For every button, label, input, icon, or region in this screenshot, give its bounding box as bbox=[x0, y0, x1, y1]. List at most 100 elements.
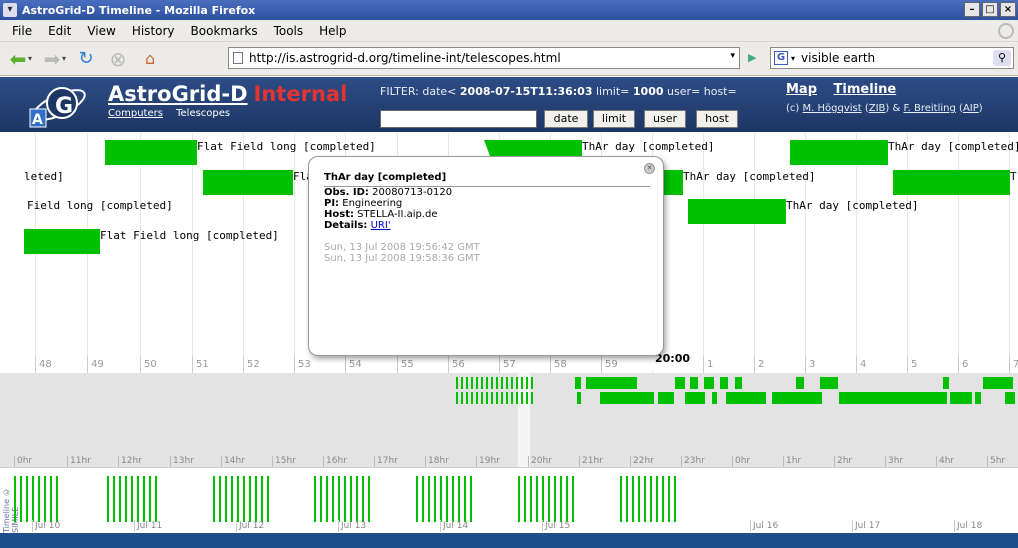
event-bar[interactable] bbox=[790, 140, 888, 165]
reload-icon[interactable]: ↻ bbox=[72, 46, 100, 72]
event-label[interactable]: ThAr day [completed] bbox=[582, 140, 714, 153]
search-input[interactable]: visible earth bbox=[801, 51, 875, 65]
event-bar[interactable] bbox=[688, 199, 786, 224]
event-cluster[interactable] bbox=[577, 392, 581, 404]
event-end-time: Sun, 13 Jul 2008 19:58:36 GMT bbox=[324, 253, 480, 264]
event-cluster[interactable] bbox=[1005, 392, 1015, 404]
telescopes-link[interactable]: Telescopes bbox=[176, 108, 230, 119]
credit-author2-link[interactable]: F. Breitling bbox=[903, 103, 955, 114]
user-button[interactable]: user bbox=[644, 110, 686, 128]
event-cluster[interactable] bbox=[600, 392, 654, 404]
google-engine-icon[interactable]: G bbox=[774, 51, 788, 65]
event-cluster[interactable] bbox=[975, 392, 981, 404]
close-button[interactable]: × bbox=[1000, 2, 1016, 17]
menu-help[interactable]: Help bbox=[319, 24, 346, 38]
event-cluster[interactable] bbox=[983, 377, 1013, 389]
event-cluster[interactable] bbox=[456, 377, 536, 389]
timeline-hour-band[interactable]: 0hr 11hr 12hr 13hr 14hr 15hr 16hr 17hr 1… bbox=[0, 373, 1018, 467]
event-cluster[interactable] bbox=[586, 377, 637, 389]
credit-org2-link[interactable]: AIP bbox=[963, 103, 979, 114]
stop-icon[interactable]: ⊗ bbox=[104, 46, 132, 72]
event-label[interactable]: ThAr day [completed] bbox=[683, 170, 815, 183]
event-cluster[interactable] bbox=[704, 377, 714, 389]
search-bar[interactable]: G ▾ visible earth ⚲ bbox=[770, 47, 1014, 69]
event-cluster[interactable] bbox=[456, 392, 536, 404]
url-dropdown-icon[interactable]: ▾ bbox=[730, 51, 735, 61]
map-link[interactable]: Map bbox=[786, 82, 817, 97]
menu-history[interactable]: History bbox=[132, 24, 175, 38]
day-events[interactable] bbox=[213, 476, 269, 522]
event-cluster[interactable] bbox=[772, 392, 822, 404]
event-bar[interactable] bbox=[203, 170, 293, 195]
host-button[interactable]: host bbox=[696, 110, 738, 128]
credit-author1-link[interactable]: M. Högqvist bbox=[803, 103, 862, 114]
event-label[interactable]: Flat Field long [completed] bbox=[197, 140, 376, 153]
event-cluster[interactable] bbox=[839, 392, 947, 404]
event-cluster[interactable] bbox=[726, 392, 766, 404]
navigation-toolbar: ⬅ ▾ ➡ ▾ ↻ ⊗ ⌂ http://is.astrogrid-d.org/… bbox=[0, 42, 1018, 76]
menu-tools[interactable]: Tools bbox=[274, 24, 304, 38]
limit-button[interactable]: limit bbox=[593, 110, 635, 128]
event-cluster[interactable] bbox=[658, 392, 674, 404]
url-bar[interactable]: http://is.astrogrid-d.org/timeline-int/t… bbox=[228, 47, 740, 69]
menu-bookmarks[interactable]: Bookmarks bbox=[191, 24, 258, 38]
hour-tick: 23hr bbox=[681, 456, 705, 467]
search-icon[interactable]: ⚲ bbox=[993, 50, 1011, 66]
go-arrow-icon[interactable]: ▶ bbox=[748, 51, 756, 64]
home-icon[interactable]: ⌂ bbox=[136, 46, 164, 72]
event-cluster[interactable] bbox=[820, 377, 838, 389]
event-cluster[interactable] bbox=[575, 377, 581, 389]
timeline-link[interactable]: Timeline bbox=[834, 82, 897, 97]
day-events[interactable] bbox=[416, 476, 472, 522]
day-events[interactable] bbox=[107, 476, 157, 522]
grid-line bbox=[703, 133, 704, 373]
event-cluster[interactable] bbox=[796, 377, 804, 389]
forward-history-dropdown[interactable]: ▾ bbox=[62, 54, 66, 63]
hour-tick: 18hr bbox=[425, 456, 449, 467]
event-label[interactable]: T bbox=[1010, 170, 1017, 183]
event-bar[interactable] bbox=[24, 229, 100, 254]
event-cluster[interactable] bbox=[735, 377, 742, 389]
date-button[interactable]: date bbox=[544, 110, 588, 128]
event-bar[interactable] bbox=[105, 140, 197, 165]
brand-name[interactable]: AstroGrid-D bbox=[108, 82, 248, 106]
event-cluster[interactable] bbox=[685, 392, 705, 404]
event-cluster[interactable] bbox=[950, 392, 972, 404]
day-events[interactable] bbox=[14, 476, 62, 522]
day-events[interactable] bbox=[314, 476, 370, 522]
details-uri-link[interactable]: URI' bbox=[371, 220, 391, 231]
site-brand[interactable]: AstroGrid-D Internal bbox=[108, 82, 347, 106]
event-cluster[interactable] bbox=[712, 392, 717, 404]
filter-input[interactable] bbox=[380, 110, 537, 128]
tick-label: 3 bbox=[805, 356, 815, 374]
search-engine-dropdown-icon[interactable]: ▾ bbox=[791, 54, 795, 63]
menu-edit[interactable]: Edit bbox=[48, 24, 71, 38]
event-label[interactable]: ThAr day [completed] bbox=[888, 140, 1018, 153]
event-cluster[interactable] bbox=[690, 377, 698, 389]
day-tick: Jul 16 bbox=[750, 520, 778, 532]
minimize-button[interactable]: – bbox=[964, 2, 980, 17]
timeline-day-band[interactable]: Timeline © SIMILE Jul 10 Jul 11 Jul 12 J… bbox=[0, 467, 1018, 533]
credit-org1-link[interactable]: ZIB bbox=[869, 103, 886, 114]
back-history-dropdown[interactable]: ▾ bbox=[28, 54, 32, 63]
popup-pointer bbox=[478, 140, 490, 156]
event-bar[interactable] bbox=[893, 170, 1010, 195]
day-tick: Jul 12 bbox=[236, 520, 264, 532]
event-cluster[interactable] bbox=[720, 377, 728, 389]
event-label[interactable]: Flat Field long [completed] bbox=[100, 229, 279, 242]
event-cluster[interactable] bbox=[943, 377, 949, 389]
menu-file[interactable]: File bbox=[12, 24, 32, 38]
event-label[interactable]: leted] bbox=[24, 170, 64, 183]
event-cluster[interactable] bbox=[675, 377, 685, 389]
window-controls: – □ × bbox=[964, 2, 1016, 17]
event-label[interactable]: Field long [completed] bbox=[27, 199, 173, 212]
computers-link[interactable]: Computers bbox=[108, 108, 163, 119]
hour-tick: 14hr bbox=[221, 456, 245, 467]
day-events[interactable] bbox=[620, 476, 680, 522]
event-label[interactable]: ThAr day [completed] bbox=[786, 199, 918, 212]
maximize-button[interactable]: □ bbox=[982, 2, 998, 17]
pi-label: PI: bbox=[324, 198, 340, 209]
menu-view[interactable]: View bbox=[87, 24, 115, 38]
day-events[interactable] bbox=[518, 476, 574, 522]
site-header: G A AstroGrid-D Internal Computers Telesc… bbox=[0, 77, 1018, 132]
